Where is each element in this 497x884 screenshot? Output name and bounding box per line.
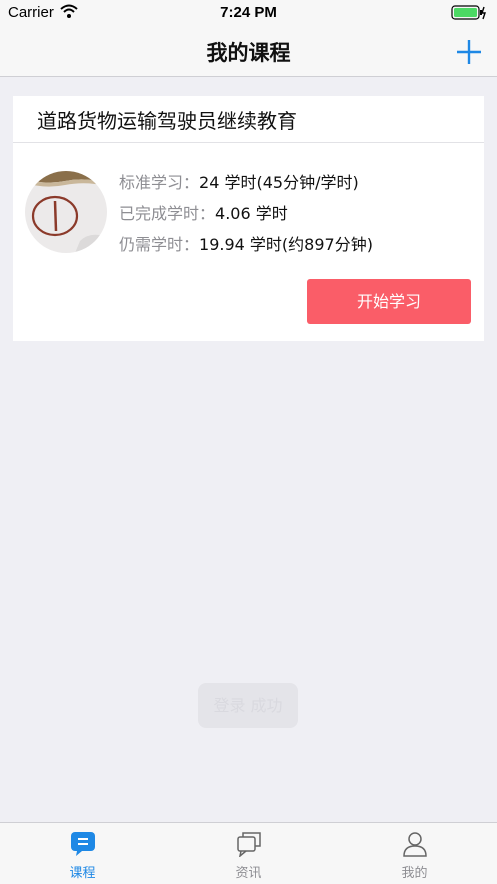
add-course-button[interactable] (455, 38, 483, 66)
completed-hours-value: 4.06 学时 (215, 204, 288, 223)
standard-hours-value: 24 学时(45分钟/学时) (199, 173, 359, 192)
status-bar: Carrier 7:24 PM (0, 0, 497, 26)
page-title: 我的课程 (206, 41, 291, 65)
status-time: 7:24 PM (220, 4, 277, 21)
tab-news[interactable]: 资讯 (166, 823, 331, 884)
tab-course[interactable]: 课程 (0, 823, 165, 884)
card-divider (13, 142, 484, 143)
course-title: 道路货物运输驾驶员继续教育 (37, 109, 297, 133)
standard-hours-label: 标准学习： (119, 173, 200, 192)
standard-hours-row: 标准学习：24 学时(45分钟/学时) (119, 169, 359, 193)
course-card[interactable]: 道路货物运输驾驶员继续教育 标准学习：24 学时(45分钟/学时) 已完成学时：… (13, 96, 484, 341)
navigation-bar: 我的课程 (0, 26, 497, 77)
remaining-hours-value: 19.94 学时(约897分钟) (199, 235, 373, 254)
course-thumbnail (25, 171, 107, 253)
tab-news-label: 资讯 (235, 866, 262, 881)
profile-icon (403, 832, 427, 857)
remaining-hours-label: 仍需学时： (119, 235, 200, 254)
news-icon (237, 832, 261, 857)
battery-icon (451, 5, 486, 20)
completed-hours-label: 已完成学时： (119, 204, 216, 223)
course-icon (71, 832, 95, 856)
completed-hours-row: 已完成学时：4.06 学时 (119, 200, 288, 224)
start-learning-button[interactable]: 开始学习 (307, 279, 471, 324)
login-success-toast: 登录 成功 (198, 683, 298, 728)
tab-profile[interactable]: 我的 (332, 823, 497, 884)
tab-course-label: 课程 (69, 866, 96, 881)
tab-profile-label: 我的 (401, 866, 428, 881)
remaining-hours-row: 仍需学时：19.94 学时(约897分钟) (119, 231, 373, 255)
tab-bar: 课程 资讯 我的 (0, 822, 497, 884)
